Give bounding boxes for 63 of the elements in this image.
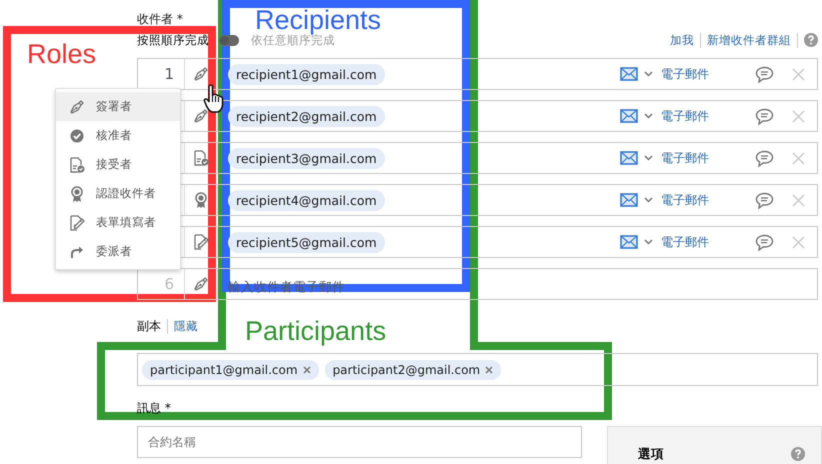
role-menu-item[interactable]: 認證收件者 [56,179,180,208]
link[interactable]: 新增收件者群組 [707,32,791,48]
speech-bubble-icon[interactable] [755,234,774,250]
speech-bubble-icon[interactable] [755,150,774,166]
chevron-down-icon[interactable] [644,239,653,245]
annotation-label: Roles [27,38,96,71]
order-toggle[interactable] [219,34,239,46]
chevron-down-icon[interactable] [644,155,653,161]
delivery-method-dropdown[interactable]: 電子郵件 [661,108,709,124]
agreement-name-field[interactable]: 合約名稱 [137,426,582,458]
pen-nib-icon [192,107,210,125]
delivery-method-dropdown[interactable]: 電子郵件 [661,66,709,82]
pen-nib-icon [192,275,210,293]
toggle-label: 按照順序完成 [137,32,209,48]
delivery-method-dropdown[interactable]: 電子郵件 [661,234,709,250]
help-icon[interactable] [804,33,818,47]
order-number: 1 [164,65,174,83]
recipient-chip[interactable]: recipient5@gmail.com [228,232,385,252]
chevron-down-icon[interactable] [644,113,653,119]
pen-nib-icon [192,65,210,83]
recipient-chip[interactable]: recipient2@gmail.com [228,106,385,126]
options-title: 選項 [638,446,665,462]
cc-label: 副本 [137,318,161,335]
annotation-label: Recipients [255,4,382,35]
envelope-icon[interactable] [620,235,638,249]
participant-chip[interactable]: participant2@gmail.com [324,360,502,380]
role-menu-item[interactable]: 核准者 [56,121,180,150]
role-menu-item[interactable]: 表單填寫者 [56,208,180,237]
document-check-icon [192,149,210,167]
hand-cursor-icon [203,84,225,114]
link[interactable]: 加我 [670,32,694,48]
annotation-label: Participants [245,315,386,348]
speech-bubble-icon[interactable] [755,192,774,208]
close-icon[interactable] [302,366,311,374]
pen-nib-icon [68,98,86,116]
speech-bubble-icon[interactable] [755,66,774,82]
close-icon[interactable] [485,366,494,374]
document-check-icon [68,156,86,174]
participant-chip[interactable]: participant1@gmail.com [142,360,319,380]
recipient-chip[interactable]: recipient1@gmail.com [228,64,385,84]
chevron-down-icon[interactable] [644,71,653,77]
participants-field[interactable]: participant1@gmail.com participant2@gmail.com [137,353,818,386]
check-circle-icon [68,126,86,144]
recipient-chip[interactable]: recipient4@gmail.com [228,190,385,210]
recipients-label: 收件者 * [137,11,183,27]
delivery-method-dropdown[interactable]: 電子郵件 [661,192,709,208]
envelope-icon[interactable] [620,151,638,165]
order-number: 6 [164,275,174,293]
document-pen-icon [68,214,86,232]
speech-bubble-icon[interactable] [755,108,774,124]
document-pen-icon [192,233,210,251]
role-menu-item[interactable]: 委派者 [56,237,180,266]
recipient-chip[interactable]: recipient3@gmail.com [228,148,385,168]
help-icon[interactable] [791,447,805,461]
role-menu-item[interactable]: 接受者 [56,150,180,179]
envelope-icon[interactable] [620,193,638,207]
delivery-method-dropdown[interactable]: 電子郵件 [661,150,709,166]
envelope-icon[interactable] [620,67,638,81]
chevron-down-icon[interactable] [644,197,653,203]
envelope-icon[interactable] [620,109,638,123]
hide-link[interactable]: 隱藏 [174,319,198,334]
role-menu-item[interactable]: 簽署者 [56,92,180,121]
message-label: 訊息 * [137,400,172,417]
